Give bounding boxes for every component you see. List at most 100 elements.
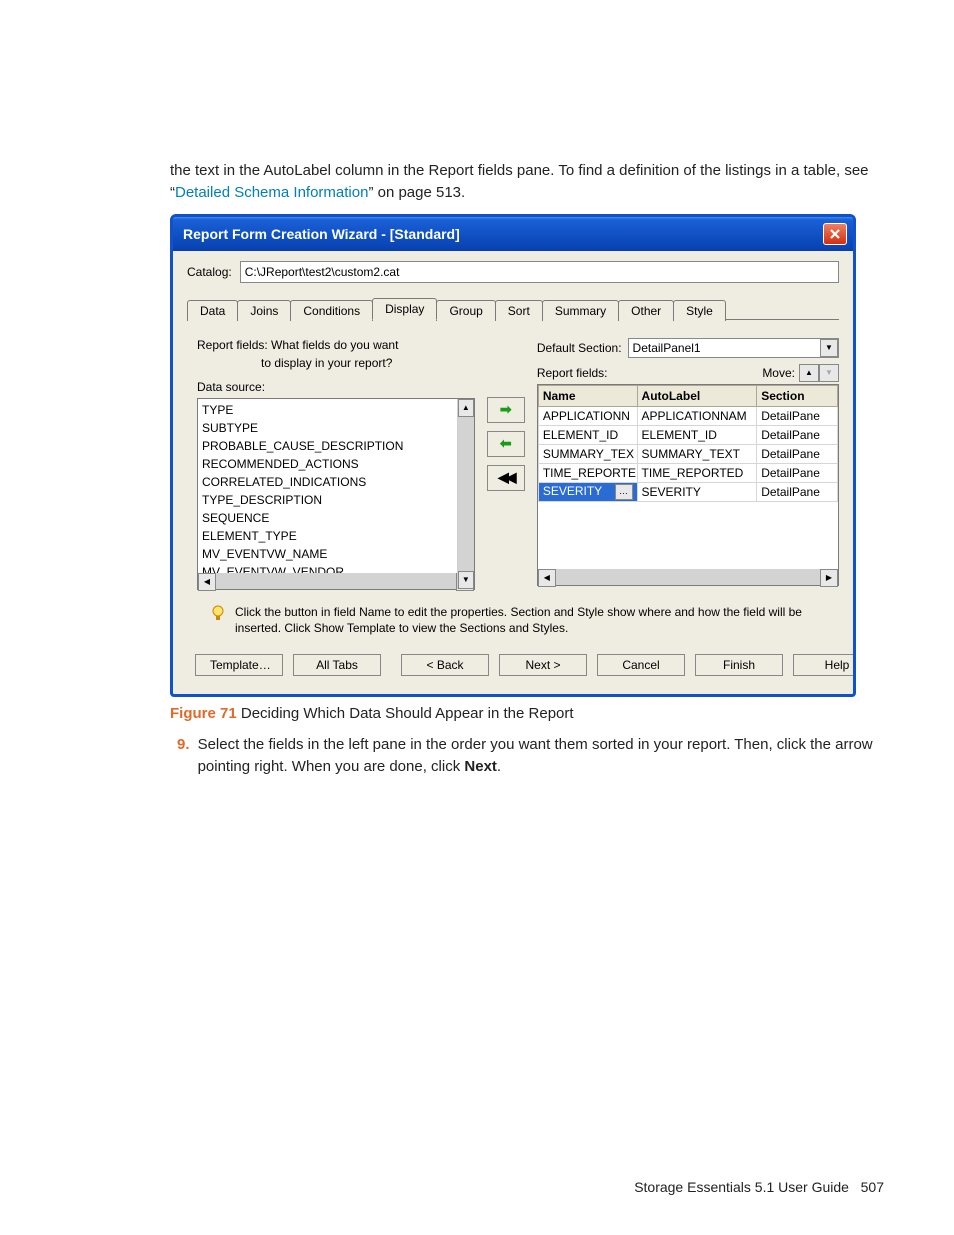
list-item[interactable]: MV_EVENTVW_VENDOR [202, 563, 474, 573]
report-fields-label: Report fields: [537, 366, 608, 380]
list-item[interactable]: SEQUENCE [202, 509, 474, 527]
tab-display[interactable]: Display [372, 298, 437, 320]
titlebar: Report Form Creation Wizard - [Standard] [173, 217, 853, 251]
table-row[interactable]: TIME_REPORTETIME_REPORTEDDetailPane [538, 463, 837, 482]
arrow-left-icon: ⬅ [500, 435, 512, 452]
cell-autolabel[interactable]: SUMMARY_TEXT [637, 444, 757, 463]
cell-autolabel[interactable]: ELEMENT_ID [637, 425, 757, 444]
scroll-thumb[interactable] [458, 417, 474, 571]
default-section-combo[interactable]: DetailPanel1 ▼ [628, 338, 839, 358]
intro-paragraph: the text in the AutoLabel column in the … [170, 160, 884, 204]
catalog-input[interactable] [240, 261, 839, 283]
default-section-label: Default Section: [537, 341, 622, 355]
cell-name[interactable]: APPLICATIONN [538, 406, 637, 425]
table-row[interactable]: SEVERITY…SEVERITYDetailPane [538, 482, 837, 501]
list-item[interactable]: SUBTYPE [202, 419, 474, 437]
footer-page: 507 [861, 1179, 884, 1195]
intro-text-b: ” on page 513. [368, 184, 465, 201]
tbl-scroll-left-icon[interactable]: ◀ [538, 569, 556, 587]
template-button[interactable]: Template… [195, 654, 283, 676]
col-name[interactable]: Name [538, 385, 637, 406]
cell-name[interactable]: TIME_REPORTE [538, 463, 637, 482]
cell-autolabel[interactable]: SEVERITY [637, 482, 757, 501]
step-number: 9. [170, 734, 190, 778]
cell-autolabel[interactable]: APPLICATIONNAM [637, 406, 757, 425]
list-item[interactable]: PROBABLE_CAUSE_DESCRIPTION [202, 437, 474, 455]
cell-name[interactable]: SEVERITY… [538, 482, 637, 501]
table-row[interactable]: ELEMENT_IDELEMENT_IDDetailPane [538, 425, 837, 444]
close-button[interactable] [823, 223, 847, 245]
hscroll-thumb[interactable] [216, 573, 456, 589]
footer-text: Storage Essentials 5.1 User Guide [634, 1179, 849, 1195]
move-down-button[interactable]: ▼ [819, 364, 839, 382]
finish-button[interactable]: Finish [695, 654, 783, 676]
table-row[interactable]: APPLICATIONNAPPLICATIONNAMDetailPane [538, 406, 837, 425]
figure-caption: Figure 71 Deciding Which Data Should App… [170, 705, 884, 722]
move-label: Move: [762, 366, 795, 380]
cell-name[interactable]: SUMMARY_TEX [538, 444, 637, 463]
tbl-scroll-right-icon[interactable]: ▶ [820, 569, 838, 587]
col-section[interactable]: Section [757, 385, 838, 406]
figure-label: Figure 71 [170, 705, 237, 722]
step-text: Select the fields in the left pane in th… [198, 734, 884, 778]
cell-section[interactable]: DetailPane [757, 482, 838, 501]
prompt-line-1: Report fields: What fields do you want [197, 338, 475, 352]
cancel-button[interactable]: Cancel [597, 654, 685, 676]
vscroll[interactable]: ▲ ▼ [457, 399, 474, 589]
list-item[interactable]: CORRELATED_INDICATIONS [202, 473, 474, 491]
list-item[interactable]: TYPE [202, 401, 474, 419]
ellipsis-button[interactable]: … [615, 484, 633, 500]
page-footer: Storage Essentials 5.1 User Guide 507 [634, 1179, 884, 1195]
tab-other[interactable]: Other [618, 300, 674, 321]
lightbulb-icon [209, 604, 227, 622]
report-wizard-window: Report Form Creation Wizard - [Standard]… [170, 214, 856, 697]
tab-conditions[interactable]: Conditions [290, 300, 373, 321]
next-button[interactable]: Next > [499, 654, 587, 676]
tab-group[interactable]: Group [436, 300, 495, 321]
report-fields-table[interactable]: Name AutoLabel Section APPLICATIONNAPPLI… [537, 384, 839, 586]
table-row[interactable]: SUMMARY_TEXSUMMARY_TEXTDetailPane [538, 444, 837, 463]
scroll-left-icon[interactable]: ◀ [198, 573, 216, 591]
arrow-right-icon: ➡ [500, 401, 512, 418]
tab-style[interactable]: Style [673, 300, 726, 321]
remove-all-button[interactable]: ◀◀ [487, 465, 525, 491]
list-item[interactable]: RECOMMENDED_ACTIONS [202, 455, 474, 473]
tab-joins[interactable]: Joins [237, 300, 291, 321]
data-source-listbox[interactable]: TYPESUBTYPEPROBABLE_CAUSE_DESCRIPTIONREC… [197, 398, 475, 590]
cell-autolabel[interactable]: TIME_REPORTED [637, 463, 757, 482]
scroll-up-icon[interactable]: ▲ [458, 399, 474, 417]
tab-strip: DataJoinsConditionsDisplayGroupSortSumma… [187, 297, 839, 320]
move-up-button[interactable]: ▲ [799, 364, 819, 382]
cell-section[interactable]: DetailPane [757, 463, 838, 482]
cell-name[interactable]: ELEMENT_ID [538, 425, 637, 444]
step-text-a: Select the fields in the left pane in th… [198, 736, 873, 775]
col-autolabel[interactable]: AutoLabel [637, 385, 757, 406]
double-arrow-left-icon: ◀◀ [498, 469, 514, 486]
cell-section[interactable]: DetailPane [757, 406, 838, 425]
schema-link[interactable]: Detailed Schema Information [175, 184, 368, 201]
figure-title: Deciding Which Data Should Appear in the… [241, 705, 574, 722]
tab-sort[interactable]: Sort [495, 300, 543, 321]
cell-section[interactable]: DetailPane [757, 444, 838, 463]
window-title: Report Form Creation Wizard - [Standard] [183, 226, 823, 242]
hint-text: Click the button in field Name to edit t… [235, 604, 833, 636]
tbl-hscroll-thumb[interactable] [556, 569, 820, 585]
catalog-label: Catalog: [187, 265, 232, 279]
cell-section[interactable]: DetailPane [757, 425, 838, 444]
tab-data[interactable]: Data [187, 300, 238, 321]
help-button[interactable]: Help [793, 654, 856, 676]
list-item[interactable]: TYPE_DESCRIPTION [202, 491, 474, 509]
close-icon [829, 228, 841, 240]
remove-field-button[interactable]: ⬅ [487, 431, 525, 457]
all-tabs-button[interactable]: All Tabs [293, 654, 381, 676]
prompt-line-2: to display in your report? [197, 356, 475, 370]
chevron-down-icon[interactable]: ▼ [820, 339, 838, 357]
add-field-button[interactable]: ➡ [487, 397, 525, 423]
tab-summary[interactable]: Summary [542, 300, 619, 321]
back-button[interactable]: < Back [401, 654, 489, 676]
scroll-down-icon[interactable]: ▼ [458, 571, 474, 589]
list-item[interactable]: MV_EVENTVW_NAME [202, 545, 474, 563]
list-item[interactable]: ELEMENT_TYPE [202, 527, 474, 545]
step-bold: Next [464, 758, 497, 775]
data-source-label: Data source: [187, 380, 475, 394]
